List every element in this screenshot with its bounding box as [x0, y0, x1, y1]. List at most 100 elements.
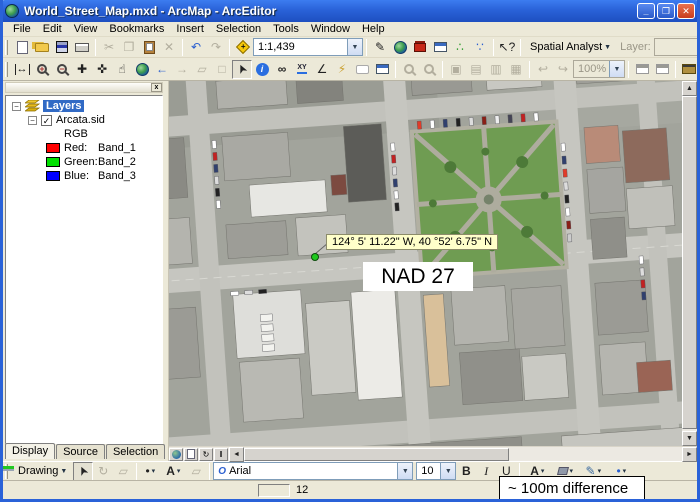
new-map-button[interactable] [12, 38, 32, 57]
gps-point-marker[interactable] [311, 253, 319, 261]
close-button[interactable]: ✕ [677, 3, 695, 19]
select-elements-tool[interactable]: ➤ [232, 59, 252, 79]
next-page-button[interactable]: ↪ [553, 60, 573, 79]
font-size-combo[interactable]: 10 ▼ [416, 462, 457, 480]
viewer-window-button[interactable] [372, 60, 392, 79]
scroll-down-button[interactable]: ▼ [682, 431, 697, 446]
tab-display[interactable]: Display [5, 443, 56, 459]
delete-button[interactable]: ✕ [159, 38, 179, 57]
paste-button[interactable] [139, 38, 159, 57]
layer-combo[interactable]: ▼ [653, 38, 697, 56]
print-button[interactable] [72, 38, 92, 57]
save-button[interactable] [52, 38, 72, 57]
zoom-width-button[interactable]: ▣ [446, 60, 466, 79]
rotate-element-tool[interactable]: ↻ [93, 462, 113, 481]
open-button[interactable] [32, 38, 52, 57]
layer-visibility-checkbox[interactable]: ✓ [41, 114, 52, 126]
refresh-view-button[interactable]: ↻ [199, 447, 213, 461]
scroll-up-button[interactable]: ▲ [682, 81, 697, 96]
vertical-scroll-thumb[interactable] [682, 96, 697, 429]
tab-source[interactable]: Source [56, 444, 105, 459]
collapse-icon[interactable]: − [28, 115, 37, 125]
layout-view-button[interactable] [184, 447, 198, 461]
green-band-swatch[interactable] [46, 157, 60, 167]
full-extent-width-button[interactable]: ↔ [12, 60, 32, 79]
pan-tool[interactable]: ☝ [112, 60, 132, 79]
menu-insert[interactable]: Insert [170, 22, 210, 36]
toolbar-grip[interactable] [5, 39, 8, 55]
fixed-zoom-out-button[interactable]: ✜ [92, 60, 112, 79]
toc-layers-label[interactable]: Layers [43, 100, 85, 112]
blue-band-swatch[interactable] [46, 171, 60, 181]
toc-row-band-red[interactable]: Red: Band_1 [6, 141, 162, 155]
pause-drawing-button[interactable]: ‖ [214, 447, 228, 461]
toggle-draft-mode-button[interactable]: ▦ [506, 60, 526, 79]
menu-view[interactable]: View [68, 22, 104, 36]
font-size-dropdown-button[interactable]: ▼ [440, 463, 456, 479]
drawing-menu[interactable]: Drawing ▼ [12, 461, 74, 481]
find-tool[interactable]: ∞ [272, 60, 292, 79]
identify-tool[interactable]: i [252, 60, 272, 79]
copy-button[interactable]: ❐ [119, 38, 139, 57]
modelbuilder-button[interactable]: ∵ [470, 38, 490, 57]
menu-selection[interactable]: Selection [210, 22, 267, 36]
toc-row-renderer[interactable]: RGB [6, 127, 162, 141]
new-text-tool[interactable]: A ▾ [160, 462, 186, 481]
layout-zoom-combo[interactable]: 100% ▼ [573, 60, 625, 78]
select-elements-tool[interactable]: ➤ [73, 461, 94, 481]
cut-button[interactable]: ✂ [99, 38, 119, 57]
bold-button[interactable]: B [456, 462, 476, 481]
toolbar-grip[interactable] [5, 61, 8, 77]
toc-layer-name[interactable]: Arcata.sid [56, 114, 105, 126]
focus-data-frame-button[interactable] [632, 60, 652, 79]
fixed-layout-zoom-in-button[interactable]: ▤ [466, 60, 486, 79]
arctoolbox-button[interactable] [410, 38, 430, 57]
html-popup-tool[interactable] [352, 60, 372, 79]
font-combo[interactable]: O Arial ▼ [213, 462, 414, 480]
scroll-left-button[interactable]: ◄ [229, 446, 244, 462]
zoom-whole-page-button[interactable] [399, 60, 419, 79]
fixed-zoom-in-button[interactable]: ✚ [72, 60, 92, 79]
scale-dropdown-button[interactable]: ▼ [347, 39, 362, 55]
zoom-100-button[interactable] [419, 60, 439, 79]
font-dropdown-button[interactable]: ▼ [397, 463, 413, 479]
full-extent-button[interactable] [132, 60, 152, 79]
menu-window[interactable]: Window [305, 22, 356, 36]
go-forward-extent-button[interactable]: → [172, 60, 192, 79]
menu-help[interactable]: Help [356, 22, 391, 36]
toc-header[interactable]: x [5, 82, 163, 93]
editor-toolbar-button[interactable]: ✎ [370, 38, 390, 57]
toc-row-layers[interactable]: − Layers [6, 99, 162, 113]
toc-close-button[interactable]: x [151, 83, 162, 92]
menu-bookmarks[interactable]: Bookmarks [103, 22, 170, 36]
map-vertical-scrollbar[interactable]: ▲ ▼ [682, 81, 697, 446]
previous-page-button[interactable]: ↩ [533, 60, 553, 79]
red-band-swatch[interactable] [46, 143, 60, 153]
zoom-to-elements-button[interactable]: ▱ [113, 462, 133, 481]
edit-vertices-tool[interactable]: ▱ [186, 462, 206, 481]
redo-button[interactable]: ↷ [206, 38, 226, 57]
map-horizontal-scrollbar[interactable]: ↻ ‖ ◄ ► [169, 446, 697, 462]
title-bar[interactable]: World_Street_Map.mxd - ArcMap - ArcEdito… [3, 0, 697, 22]
zoom-out-tool[interactable]: − [52, 60, 72, 79]
clear-selection-button[interactable]: □ [212, 60, 232, 79]
edit-tools-button[interactable]: ∴ [450, 38, 470, 57]
menu-file[interactable]: File [7, 22, 37, 36]
italic-button[interactable]: I [476, 462, 496, 481]
add-data-button[interactable]: + [233, 38, 253, 57]
map-view[interactable]: 124° 5' 11.22" W, 40 °52' 6.75" N NAD 27… [169, 81, 697, 462]
arccatalog-button[interactable] [390, 38, 410, 57]
collapse-icon[interactable]: − [12, 101, 21, 111]
go-back-extent-button[interactable]: ← [152, 60, 172, 79]
toc-row-layer[interactable]: − ✓ Arcata.sid [6, 113, 162, 127]
map-scale-combo[interactable]: 1:1,439 ▼ [253, 38, 363, 56]
measure-tool[interactable]: ∠ [312, 60, 332, 79]
go-to-xy-tool[interactable]: XY [292, 60, 312, 79]
select-features-tool[interactable]: ▱ [192, 60, 212, 79]
new-marker-tool[interactable]: • ▾ [140, 462, 160, 481]
toc-row-band-blue[interactable]: Blue: Band_3 [6, 169, 162, 183]
menu-tools[interactable]: Tools [267, 22, 305, 36]
undo-button[interactable]: ↶ [186, 38, 206, 57]
restore-button[interactable]: ❐ [657, 3, 675, 19]
tab-selection[interactable]: Selection [105, 444, 166, 459]
